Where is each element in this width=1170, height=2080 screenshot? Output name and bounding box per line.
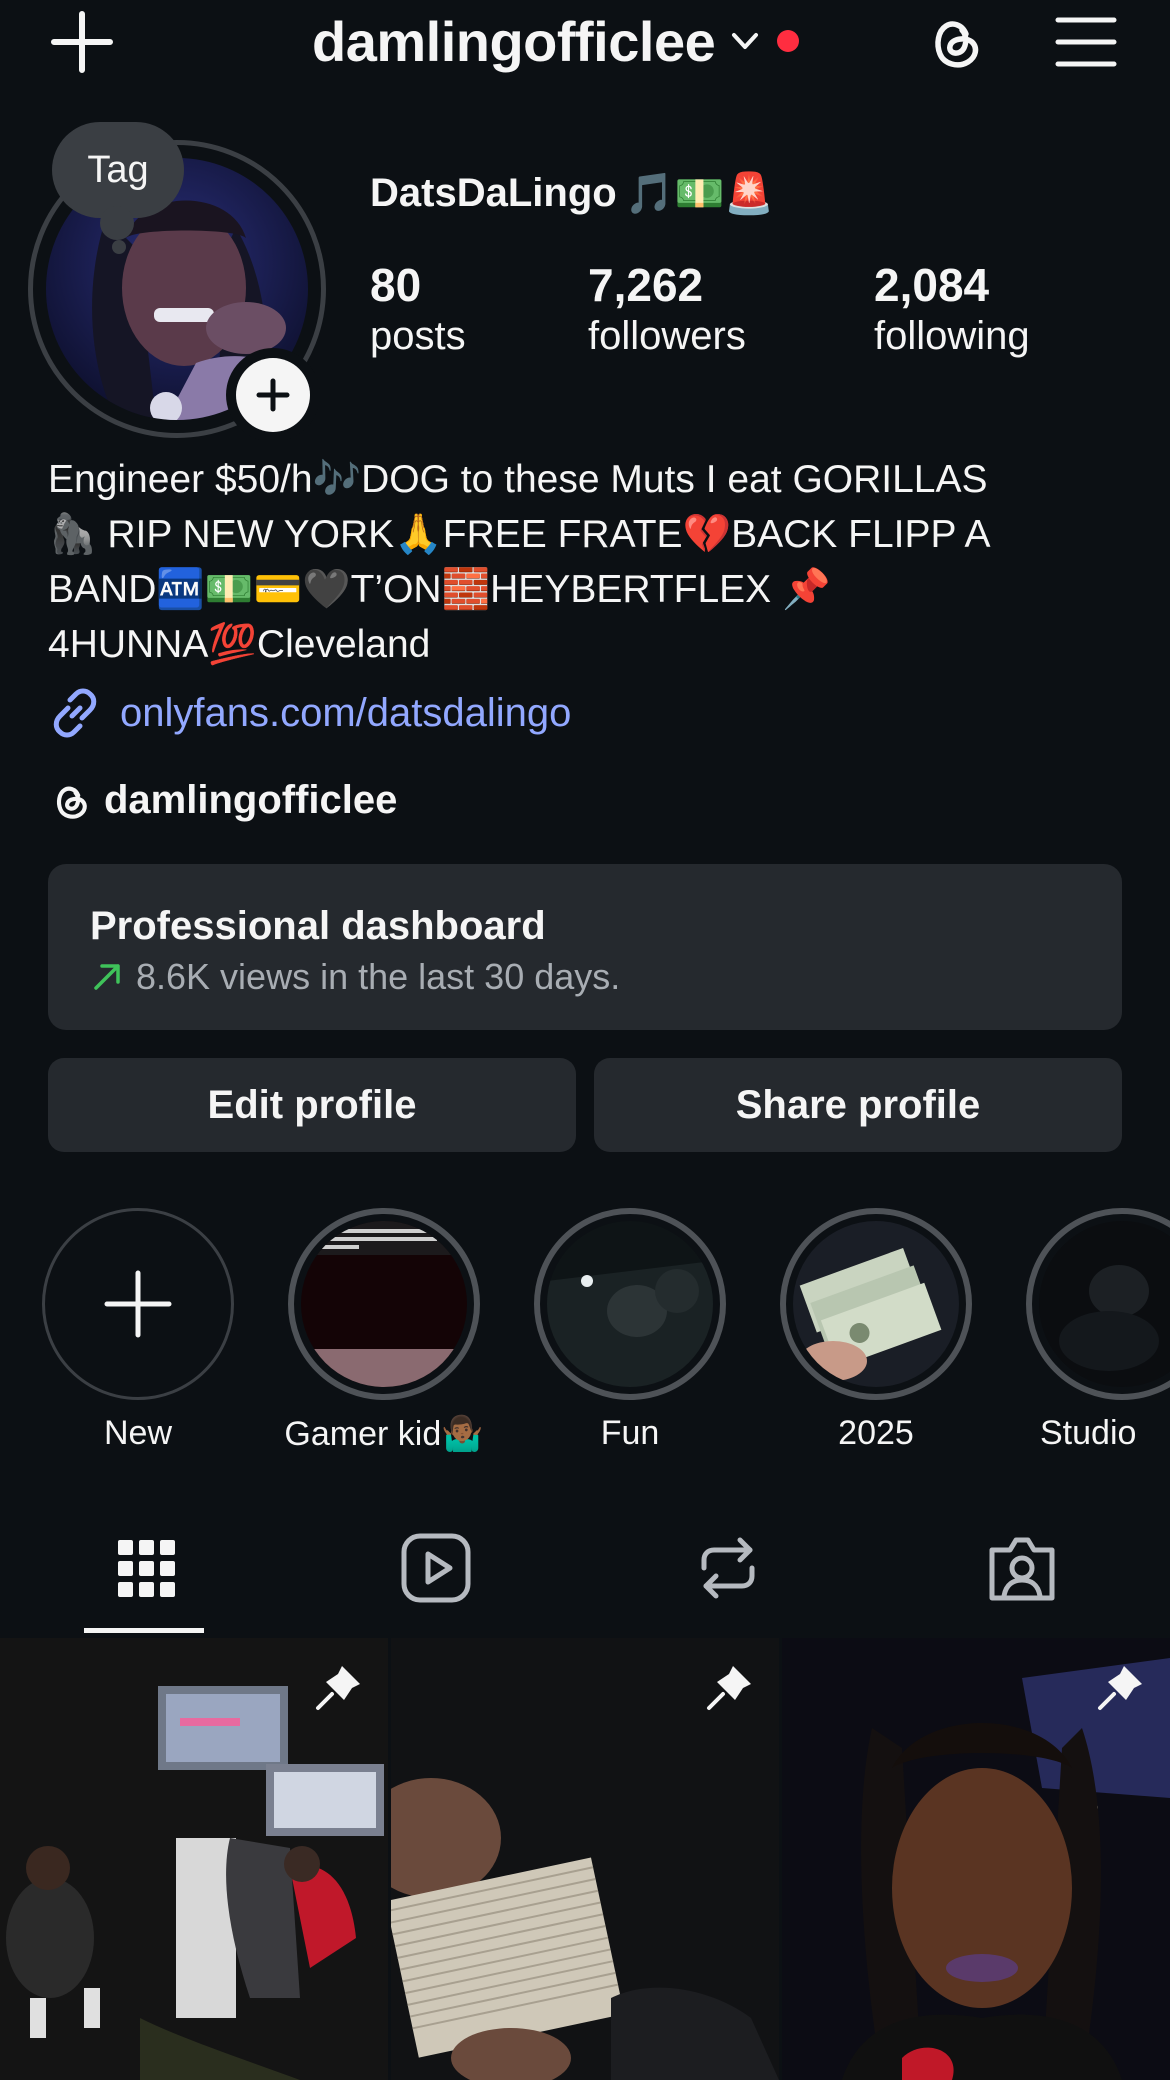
highlight-studio[interactable]: Studio <box>1026 1208 1170 1452</box>
dashboard-subtitle: 8.6K views in the last 30 days. <box>90 956 620 998</box>
threads-handle: damlingofficlee <box>104 778 398 822</box>
highlight-2025[interactable]: 2025 <box>780 1208 972 1452</box>
highlight-cover <box>301 1221 467 1387</box>
highlight-fun[interactable]: Fun <box>534 1208 726 1452</box>
professional-dashboard-card[interactable]: Professional dashboard 8.6K views in the… <box>48 864 1122 1030</box>
highlight-ring <box>288 1208 480 1400</box>
tag-label: Tag <box>87 148 149 191</box>
bio-link-text: onlyfans.com/datsdalingo <box>120 690 572 735</box>
plus-icon[interactable] <box>50 10 114 74</box>
chevron-down-icon <box>732 33 759 49</box>
account-switcher[interactable]: damlingofficlee <box>312 6 800 76</box>
tag-bubble-tail <box>100 206 134 240</box>
trend-up-arrow-icon <box>94 964 120 990</box>
stat-label: posts <box>370 314 466 358</box>
add-story-button[interactable] <box>226 348 320 442</box>
bio-link[interactable]: onlyfans.com/datsdalingo <box>48 686 571 740</box>
highlight-ring <box>42 1208 234 1400</box>
reels-icon[interactable] <box>396 1528 476 1608</box>
threads-icon[interactable] <box>922 10 986 74</box>
threads-icon <box>56 786 87 819</box>
pin-icon <box>707 1666 751 1710</box>
post-thumbnail[interactable] <box>391 1638 779 2080</box>
post-thumbnail[interactable] <box>782 1638 1170 2080</box>
edit-profile-button[interactable]: Edit profile <box>48 1058 576 1152</box>
pin-icon <box>1098 1666 1142 1710</box>
highlight-label: Studio <box>1040 1414 1137 1452</box>
stat-label: followers <box>588 314 746 358</box>
share-profile-button[interactable]: Share profile <box>594 1058 1122 1152</box>
highlight-cover <box>547 1221 713 1387</box>
display-name: DatsDaLingo 🎵💵🚨 <box>370 170 774 217</box>
grid-icon[interactable] <box>106 1528 186 1608</box>
display-name-emojis: 🎵💵🚨 <box>624 172 775 216</box>
active-tab-indicator <box>84 1628 204 1633</box>
display-name-text: DatsDaLingo <box>370 171 617 215</box>
top-bar: damlingofficlee <box>0 0 1170 84</box>
notification-dot <box>777 30 800 52</box>
post-thumbnail[interactable] <box>0 1638 388 2080</box>
link-icon <box>53 688 97 738</box>
dashboard-title: Professional dashboard <box>90 904 546 948</box>
plus-icon <box>256 378 290 412</box>
pin-icon <box>316 1666 360 1710</box>
bio-text: Engineer $50/h🎶DOG to these Muts I eat G… <box>48 458 991 666</box>
stat-value: 80 <box>370 259 422 311</box>
tag-bubble[interactable]: Tag <box>52 122 184 218</box>
stat-posts[interactable]: 80 posts <box>370 258 466 360</box>
highlight-label: 2025 <box>838 1414 914 1452</box>
stat-following[interactable]: 2,084 following <box>874 258 1030 360</box>
highlight-ring <box>1026 1208 1170 1400</box>
profile-username: damlingofficlee <box>312 9 716 73</box>
threads-badge[interactable]: damlingofficlee <box>48 778 397 823</box>
highlight-ring <box>534 1208 726 1400</box>
highlight-cover <box>1039 1221 1170 1387</box>
tagged-icon[interactable] <box>982 1528 1062 1608</box>
highlight-ring <box>780 1208 972 1400</box>
plus-icon <box>104 1270 172 1338</box>
dashboard-subtitle-text: 8.6K views in the last 30 days. <box>136 956 621 997</box>
stat-followers[interactable]: 7,262 followers <box>588 258 746 360</box>
tag-bubble-tail-dot <box>112 240 126 254</box>
highlight-new[interactable]: New <box>42 1208 234 1452</box>
stat-label: following <box>874 314 1030 358</box>
stat-value: 2,084 <box>874 259 990 311</box>
reposts-icon[interactable] <box>688 1528 768 1608</box>
menu-icon[interactable] <box>1054 12 1118 72</box>
highlight-gamer-kid[interactable]: Gamer kid🤷🏾‍♂️ <box>284 1208 484 1453</box>
highlight-cover <box>793 1221 959 1387</box>
stat-value: 7,262 <box>588 259 704 311</box>
